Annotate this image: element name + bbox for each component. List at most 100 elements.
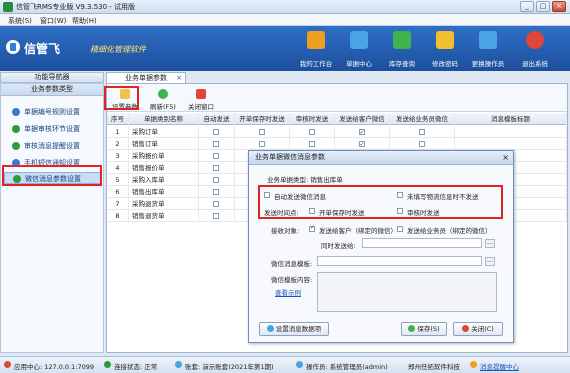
cc-input[interactable] — [362, 238, 482, 248]
check-icon — [12, 125, 20, 133]
row-checkbox[interactable] — [213, 177, 219, 183]
template-input[interactable] — [317, 256, 482, 266]
row-checkbox[interactable] — [213, 129, 219, 135]
close-window-button[interactable]: × — [552, 1, 566, 12]
menu-bar: 系统(S) 窗口(W) 帮助(H) — [0, 14, 570, 26]
switch-operator-button[interactable]: 更换操作员 — [467, 29, 507, 69]
refresh-button[interactable]: 刷新(F5) — [147, 87, 179, 111]
minimize-button[interactable]: _ — [520, 1, 534, 12]
content-label: 微信模板内容: — [271, 276, 313, 284]
row-number: 3 — [107, 150, 129, 162]
connect-icon — [104, 361, 111, 368]
recv-customer-label: 发送给客户（绑定的微信） — [319, 227, 397, 235]
row-doc-name: 采购退货单 — [129, 198, 199, 210]
highlight-box-toolbar — [104, 86, 139, 110]
cc-picker-button[interactable]: … — [485, 239, 495, 248]
close-window-tool-button[interactable]: 关闭窗口 — [183, 87, 219, 111]
cc-label: 同时发送给: — [321, 242, 356, 250]
doc-type-label: 业务单据类型: 销售出库单 — [267, 176, 343, 184]
message-center-link[interactable]: 消息提醒中心 — [480, 361, 519, 371]
left-panel: 业务参数类型 单据编号规则设置 单据审核环节设置 审核消息提醒设置 手机短信通知… — [0, 83, 104, 353]
menu-system[interactable]: 系统(S) — [8, 16, 32, 26]
row-checkbox[interactable] — [213, 189, 219, 195]
row-checkbox[interactable] — [418, 129, 425, 135]
row-number: 6 — [107, 186, 129, 198]
menu-window[interactable]: 窗口(W) — [40, 16, 66, 26]
operator-status: 操作员: 系统管理员(admin) — [306, 363, 388, 371]
row-doc-name: 销售订单 — [129, 138, 199, 150]
row-checkbox[interactable] — [213, 165, 219, 171]
recv-customer-checkbox[interactable] — [309, 224, 315, 232]
exit-system-button[interactable]: 退出系统 — [514, 29, 554, 69]
row-checkbox[interactable] — [308, 129, 315, 135]
row-doc-name: 采购报价单 — [129, 150, 199, 162]
row-checkbox[interactable] — [308, 141, 315, 147]
save-button[interactable]: 保存(S) — [401, 322, 447, 336]
row-checkbox[interactable] — [213, 141, 219, 147]
table-header: 序号 单据类别名称 自动发送 开单保存时发送 审核时发送 发送给客户微信 发送给… — [107, 113, 567, 125]
row-checkbox[interactable] — [358, 139, 365, 150]
col-save: 开单保存时发送 — [235, 113, 290, 125]
row-template-title — [455, 138, 567, 150]
row-checkbox[interactable] — [213, 153, 219, 159]
title-bar: 信管飞RMS专业版 V9.3.530 - 试用版 _ □ × — [0, 0, 570, 14]
my-workbench-button[interactable]: 我的工作台 — [295, 29, 335, 69]
row-checkbox[interactable] — [418, 141, 425, 147]
exit-icon — [526, 31, 544, 49]
row-option-cell — [199, 186, 235, 198]
setup-data-items-button[interactable]: 设置消息数据项 — [259, 322, 329, 336]
dialog-title-bar: 业务单据微信消息参数 × — [249, 151, 513, 165]
key-icon — [436, 31, 454, 49]
row-doc-name: 销售出库单 — [129, 186, 199, 198]
nav-item-audit-steps[interactable]: 单据审核环节设置 — [4, 123, 101, 135]
brand-logo-icon — [6, 40, 20, 54]
message-icon — [470, 361, 477, 368]
row-checkbox[interactable] — [358, 127, 365, 138]
tab-close-icon[interactable]: × — [176, 73, 182, 83]
recv-sales-checkbox[interactable] — [397, 226, 403, 232]
maximize-button[interactable]: □ — [536, 1, 550, 12]
row-checkbox[interactable] — [213, 201, 219, 207]
param-type-header: 业务参数类型 — [1, 84, 103, 96]
row-option-cell — [390, 126, 455, 138]
brand-tagline: 精细化管理软件 — [90, 45, 146, 54]
status-bar: 应用中心: 127.0.0.1:7099 连接状态: 正常 账套: 演示账套(2… — [0, 356, 570, 373]
row-option-cell — [199, 150, 235, 162]
view-example-link[interactable]: 查看示例 — [275, 287, 301, 297]
row-checkbox[interactable] — [258, 129, 265, 135]
row-checkbox[interactable] — [213, 213, 219, 219]
document-tabs: 业务单据参数 × — [106, 72, 570, 83]
row-option-cell — [290, 126, 335, 138]
row-number: 1 — [107, 126, 129, 138]
company-name: 郑州任拓软件科技 — [408, 363, 460, 371]
app-logo-icon — [3, 2, 13, 12]
nav-item-audit-reminder[interactable]: 审核消息提醒设置 — [4, 140, 101, 152]
nav-item-doc-numbering[interactable]: 单据编号规则设置 — [4, 106, 101, 118]
navigator-tab[interactable]: 功能导航器 — [0, 72, 104, 83]
header-banner: 信管飞 精细化管理软件 我的工作台 单据中心 库存查询 修改密码 更换操作员 退… — [0, 26, 570, 71]
dialog-close-icon[interactable]: × — [502, 151, 509, 164]
change-password-button[interactable]: 修改密码 — [424, 29, 464, 69]
account-icon — [175, 361, 182, 368]
document-center-icon — [350, 31, 368, 49]
template-label: 微信消息模板: — [271, 260, 313, 268]
brand-name: 信管飞 — [24, 42, 61, 56]
tab-business-params[interactable]: 业务单据参数 × — [106, 72, 186, 83]
template-picker-button[interactable]: … — [485, 257, 495, 266]
table-row[interactable]: 1 采购订单 — [107, 126, 567, 138]
app-center-status: 应用中心: 127.0.0.1:7099 — [14, 363, 94, 371]
col-auto: 自动发送 — [199, 113, 235, 125]
row-doc-name: 采购订单 — [129, 126, 199, 138]
col-customer: 发送给客户微信 — [335, 113, 390, 125]
template-content-area[interactable] — [317, 272, 497, 312]
inventory-icon — [393, 31, 411, 49]
document-center-button[interactable]: 单据中心 — [338, 29, 378, 69]
row-checkbox[interactable] — [258, 141, 265, 147]
row-number: 7 — [107, 198, 129, 210]
inventory-query-button[interactable]: 库存查询 — [381, 29, 421, 69]
menu-help[interactable]: 帮助(H) — [72, 16, 97, 26]
row-doc-name: 销售退货单 — [129, 210, 199, 222]
dialog-close-button[interactable]: 关闭(C) — [453, 322, 503, 336]
row-option-cell — [199, 210, 235, 222]
table-row[interactable]: 2 销售订单 — [107, 138, 567, 150]
